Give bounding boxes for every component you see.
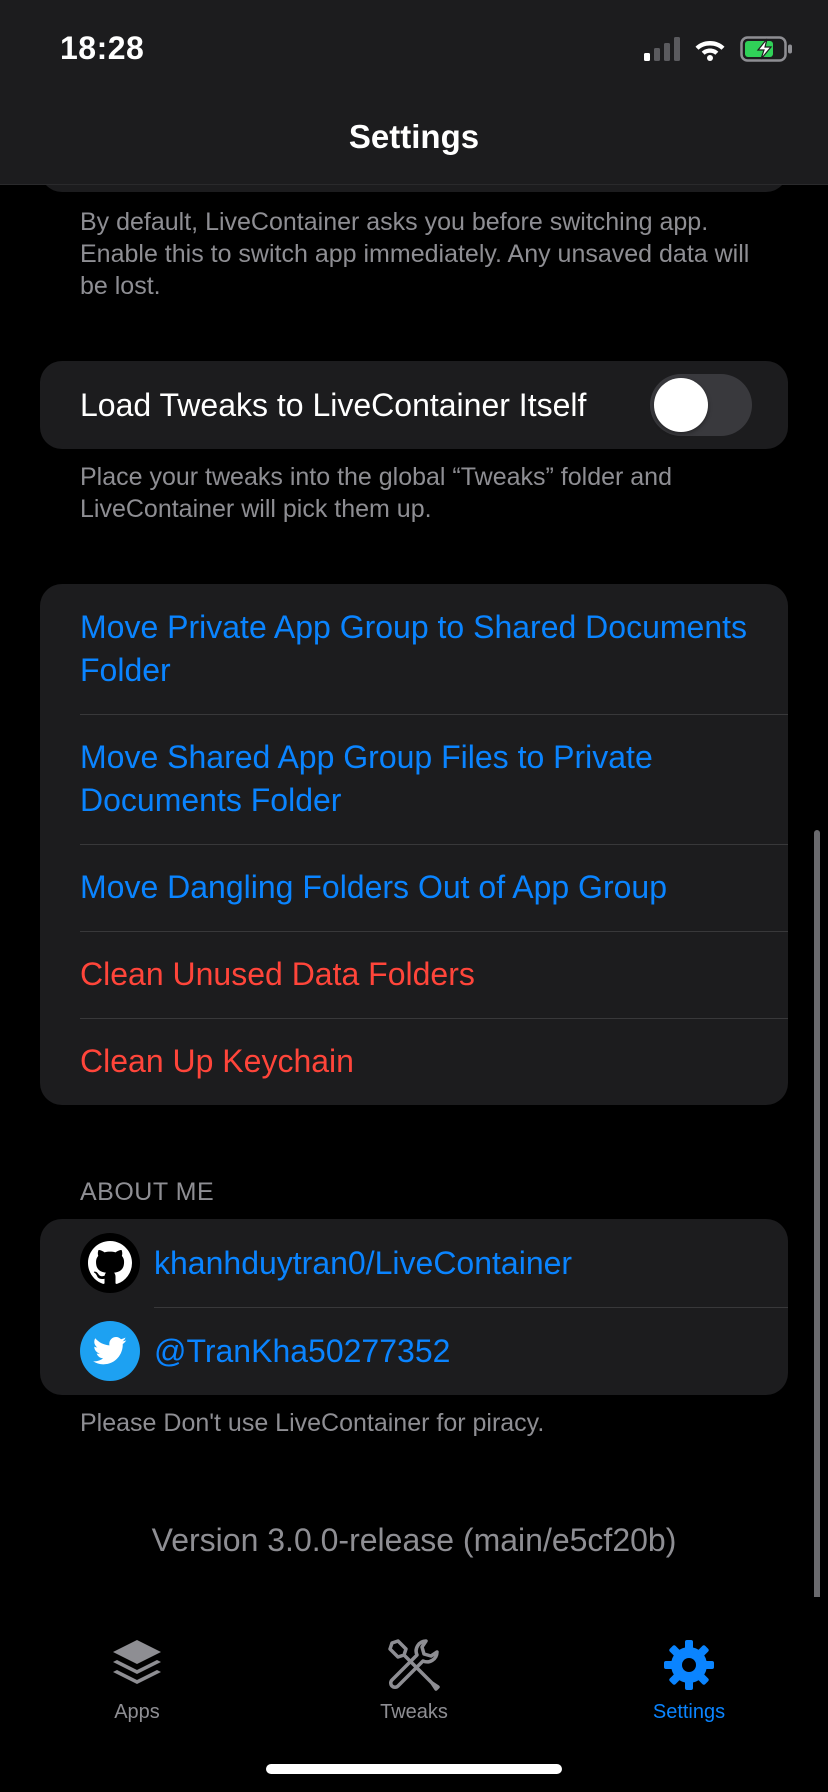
- move-shared-app-group-button[interactable]: Move Shared App Group Files to Private D…: [40, 714, 788, 844]
- settings-scroll-area[interactable]: By default, LiveContainer asks you befor…: [0, 0, 828, 1620]
- wifi-icon: [695, 41, 725, 61]
- battery-charging-icon: [740, 36, 792, 62]
- actions-group: Move Private App Group to Shared Documen…: [40, 584, 788, 1105]
- version-label: Version 3.0.0-release (main/e5cf20b): [151, 1522, 677, 1558]
- scroll-indicator: [814, 830, 820, 1620]
- cellular-signal-icon: [644, 37, 680, 61]
- tab-tweaks-label: Tweaks: [380, 1701, 448, 1723]
- about-me-header: ABOUT ME: [80, 1178, 215, 1206]
- about-footer: Please Don't use LiveContainer for pirac…: [80, 1409, 545, 1437]
- status-icons: [644, 34, 794, 64]
- clean-unused-data-folders-button[interactable]: Clean Unused Data Folders: [40, 931, 788, 1018]
- load-tweaks-toggle[interactable]: [650, 374, 752, 436]
- navigation-bar: 18:28 Settings: [0, 0, 828, 185]
- status-time: 18:28: [60, 30, 145, 66]
- load-tweaks-label: Load Tweaks to LiveContainer Itself: [80, 386, 587, 423]
- move-dangling-folders-button[interactable]: Move Dangling Folders Out of App Group: [40, 844, 788, 931]
- github-link[interactable]: khanhduytran0/LiveContainer: [154, 1245, 572, 1282]
- twitter-icon: [80, 1321, 140, 1381]
- tab-tweaks[interactable]: Tweaks: [334, 1635, 494, 1724]
- stack-icon: [113, 1640, 161, 1684]
- tweaks-group: Load Tweaks to LiveContainer Itself: [40, 361, 788, 449]
- toggle-knob: [654, 378, 708, 432]
- move-private-app-group-button[interactable]: Move Private App Group to Shared Documen…: [40, 584, 788, 714]
- twitter-link[interactable]: @TranKha50277352: [154, 1333, 450, 1370]
- tab-bar: Apps Tweaks Settings: [0, 1597, 828, 1792]
- tweaks-footer: Place your tweaks into the global “Tweak…: [80, 463, 672, 523]
- home-indicator[interactable]: [266, 1764, 562, 1774]
- github-icon: [80, 1233, 140, 1293]
- clean-up-keychain-button[interactable]: Clean Up Keychain: [40, 1018, 788, 1105]
- wrench-screwdriver-icon: [388, 1639, 440, 1691]
- page-title: Settings: [348, 118, 480, 155]
- tab-apps[interactable]: Apps: [57, 1635, 217, 1724]
- tab-apps-label: Apps: [114, 1701, 160, 1723]
- tab-settings-label: Settings: [652, 1701, 726, 1723]
- twitter-link-row[interactable]: @TranKha50277352: [40, 1307, 788, 1395]
- about-group: khanhduytran0/LiveContainer @TranKha5027…: [40, 1219, 788, 1395]
- tab-settings[interactable]: Settings: [609, 1635, 769, 1724]
- gear-icon: [664, 1640, 714, 1690]
- switch-app-footer: By default, LiveContainer asks you befor…: [80, 208, 750, 300]
- github-link-row[interactable]: khanhduytran0/LiveContainer: [40, 1219, 788, 1307]
- load-tweaks-row: Load Tweaks to LiveContainer Itself: [40, 361, 788, 449]
